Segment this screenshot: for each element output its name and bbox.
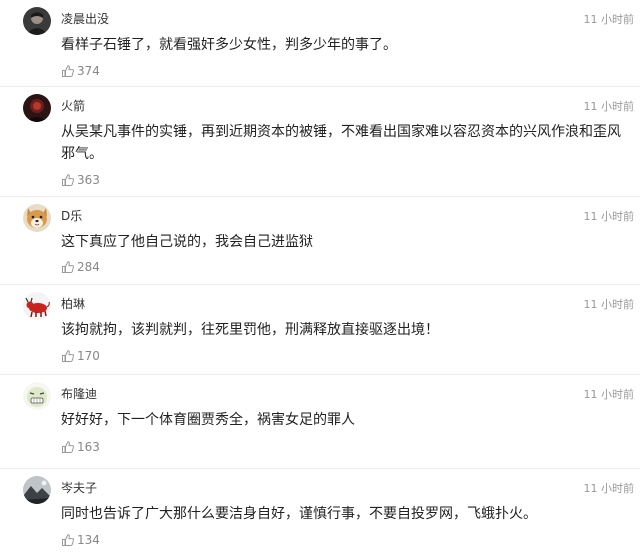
user-avatar[interactable] (23, 292, 51, 320)
timestamp: 11 小时前 (583, 210, 635, 223)
dark-portrait-avatar-icon (23, 7, 51, 35)
comment-text: 该拘就拘，该判就判，往死里罚他，刑满释放直接驱逐出境！ (61, 322, 439, 338)
dark-red-portrait-avatar-icon (23, 94, 51, 122)
like-count: 134 (77, 533, 100, 547)
comment-text: 看样子石锤了，就看强奸多少女性，判多少年的事了。 (61, 37, 397, 53)
thumbs-up-icon (62, 534, 74, 546)
comment-item: 布隆迪 11 小时前 好好好，下一个体育圈贾秀全，祸害女足的罪人 163 (0, 375, 640, 469)
meme-face-avatar-icon (23, 382, 51, 410)
comment-item: 火箭 11 小时前 从吴某凡事件的实锤，再到近期资本的被锤，不难看出国家难以容忍… (0, 87, 640, 197)
like-button[interactable]: 284 (61, 260, 100, 274)
red-bull-avatar-icon (23, 292, 51, 320)
comment-item: 柏琳 11 小时前 该拘就拘，该判就判，往死里罚他，刑满释放直接驱逐出境！ 17… (0, 285, 640, 375)
username[interactable]: 柏琳 (61, 295, 85, 312)
like-button[interactable]: 170 (61, 349, 100, 363)
username[interactable]: 凌晨出没 (61, 10, 109, 27)
comment-text: 这下真应了他自己说的，我会自己进监狱 (61, 234, 313, 250)
landscape-avatar-icon (23, 476, 51, 504)
like-count: 284 (77, 260, 100, 274)
like-button[interactable]: 134 (61, 533, 100, 547)
timestamp: 11 小时前 (583, 13, 635, 26)
comment-item: 凌晨出没 11 小时前 看样子石锤了，就看强奸多少女性，判多少年的事了。 374 (0, 0, 640, 87)
like-count: 363 (77, 173, 100, 187)
comment-text: 从吴某凡事件的实锤，再到近期资本的被锤，不难看出国家难以容忍资本的兴风作浪和歪风… (61, 124, 621, 162)
timestamp: 11 小时前 (583, 482, 635, 495)
username[interactable]: 布隆迪 (61, 385, 97, 402)
user-avatar[interactable] (23, 94, 51, 122)
user-avatar[interactable] (23, 382, 51, 410)
like-button[interactable]: 374 (61, 64, 100, 78)
user-avatar[interactable] (23, 7, 51, 35)
user-avatar[interactable] (23, 204, 51, 232)
shiba-dog-avatar-icon (23, 204, 51, 232)
comment-text: 好好好，下一个体育圈贾秀全，祸害女足的罪人 (61, 412, 355, 428)
timestamp: 11 小时前 (583, 298, 635, 311)
thumbs-up-icon (62, 350, 74, 362)
comment-item: D乐 11 小时前 这下真应了他自己说的，我会自己进监狱 284 (0, 197, 640, 285)
username[interactable]: 岑夫子 (61, 479, 97, 496)
timestamp: 11 小时前 (583, 100, 635, 113)
timestamp: 11 小时前 (583, 388, 635, 401)
like-button[interactable]: 163 (61, 440, 100, 454)
thumbs-up-icon (62, 261, 74, 273)
username[interactable]: D乐 (61, 207, 82, 224)
user-avatar[interactable] (23, 476, 51, 504)
thumbs-up-icon (62, 65, 74, 77)
thumbs-up-icon (62, 174, 74, 186)
like-count: 163 (77, 440, 100, 454)
like-button[interactable]: 363 (61, 173, 100, 187)
comment-item: 岑夫子 11 小时前 同时也告诉了广大那什么要洁身自好，谨慎行事，不要自投罗网，… (0, 469, 640, 557)
thumbs-up-icon (62, 441, 74, 453)
like-count: 170 (77, 349, 100, 363)
username[interactable]: 火箭 (61, 97, 85, 114)
like-count: 374 (77, 64, 100, 78)
comment-text: 同时也告诉了广大那什么要洁身自好，谨慎行事，不要自投罗网，飞蛾扑火。 (61, 506, 537, 522)
